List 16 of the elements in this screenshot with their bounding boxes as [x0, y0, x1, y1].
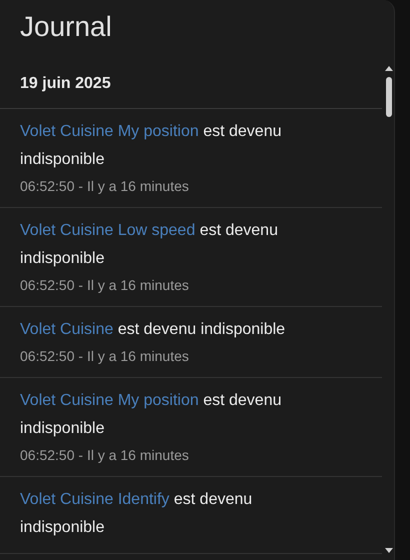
entity-link[interactable]: Volet Cuisine	[20, 321, 114, 338]
entry-text: Volet Cuisine Low speed est devenu indisponible	[20, 221, 279, 269]
date-header: 19 juin 2025	[0, 74, 382, 109]
entity-link[interactable]: Volet Cuisine My position	[20, 123, 199, 140]
entity-link[interactable]: Volet Cuisine My position	[20, 392, 199, 409]
entry-time: 06:52:50 - Il y a 16 minutes	[20, 347, 190, 366]
entry-text: Volet Cuisine est devenu indisponible	[20, 320, 286, 340]
entity-link[interactable]: Volet Cuisine Low speed	[20, 222, 196, 239]
entry-time: 06:52:50 - Il y a 16 minutes	[20, 446, 190, 465]
entry-time: 06:52:50 - Il y a 16 minutes	[20, 177, 190, 196]
entity-link[interactable]: Volet Cuisine Identify	[20, 491, 170, 508]
entry-text: Volet Cuisine Identify est devenu indisponible	[20, 490, 254, 538]
card-title: Journal	[19, 10, 113, 44]
entry-text: Volet Cuisine My position est devenu indisponible	[20, 391, 282, 439]
entry-text: Volet Cuisine My position est devenu indisponible	[20, 122, 282, 170]
entry-time: 06:52:50 - Il y a 16 minutes	[20, 276, 190, 295]
